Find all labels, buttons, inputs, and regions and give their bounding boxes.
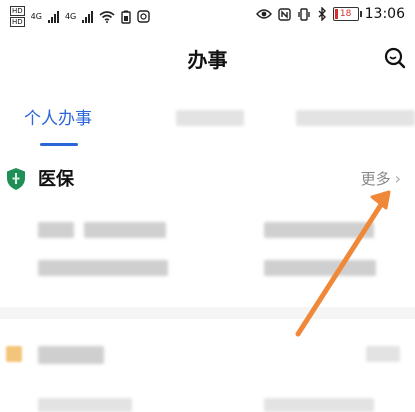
service-item-3[interactable] — [264, 222, 374, 238]
more-link[interactable]: 更多 › — [361, 168, 401, 189]
tab-personal-affairs[interactable]: 个人办事 — [24, 104, 92, 129]
tab-blurred-1[interactable] — [176, 110, 244, 126]
battery-level: 18 — [339, 9, 352, 19]
service-item-2[interactable] — [84, 222, 166, 238]
battery-saver-icon — [121, 10, 131, 24]
status-left: HD HD 4G 4G — [10, 6, 150, 27]
section-divider — [0, 307, 415, 319]
more-label: 更多 — [360, 170, 391, 188]
section2-title — [38, 346, 104, 364]
section2-item-1[interactable] — [38, 398, 132, 412]
network-type-2: 4G — [64, 12, 77, 21]
app-notification-icon — [137, 10, 150, 23]
eye-icon — [255, 9, 272, 19]
page-title: 办事 — [187, 48, 228, 72]
sim-indicator: HD HD — [10, 6, 25, 27]
section-title: 医保 — [38, 169, 74, 190]
service-item-1[interactable] — [38, 222, 74, 238]
status-time: 13:06 — [364, 6, 405, 22]
wifi-icon — [99, 10, 115, 23]
nfc-icon — [277, 7, 291, 21]
section2-item-2[interactable] — [264, 398, 374, 412]
section-blurred — [0, 320, 415, 412]
hd-icon-2: HD — [10, 17, 25, 27]
network-type-1: 4G — [30, 12, 42, 21]
bluetooth-icon — [318, 7, 326, 21]
section2-more[interactable] — [366, 346, 400, 362]
tab-bar: 个人办事 — [0, 96, 415, 146]
search-icon[interactable] — [383, 46, 407, 70]
app-header: 办事 — [0, 34, 415, 82]
hd-icon: HD — [10, 6, 25, 16]
vibrate-icon — [297, 7, 310, 21]
status-right: 18 13:06 — [255, 6, 405, 22]
section-medical-insurance: 医保 更多 › — [0, 156, 415, 306]
service-item-5[interactable] — [264, 260, 376, 276]
chevron-right-icon: › — [394, 169, 401, 188]
signal-icon — [47, 10, 59, 23]
service-item-4[interactable] — [38, 260, 168, 276]
signal-icon-2 — [82, 10, 94, 23]
battery-icon: 18 — [332, 7, 362, 21]
section-icon — [6, 346, 22, 362]
tab-active-indicator — [40, 143, 78, 146]
shield-icon — [7, 168, 25, 190]
tab-blurred-2[interactable] — [296, 110, 415, 126]
status-bar: HD HD 4G 4G 18 13:06 — [0, 0, 415, 34]
